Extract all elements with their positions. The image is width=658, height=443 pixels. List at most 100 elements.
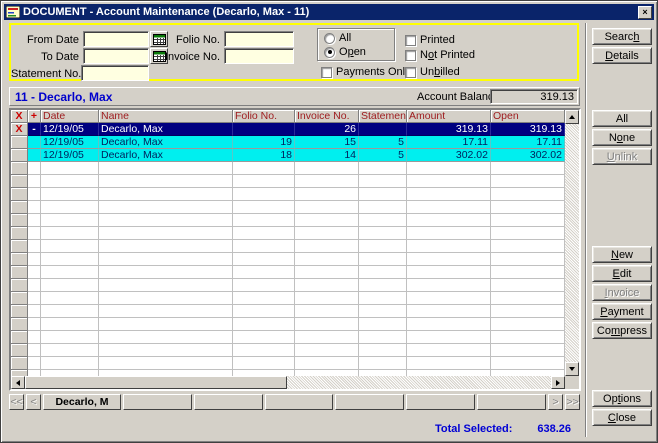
folio-no-input[interactable] <box>224 31 294 47</box>
empty-cell <box>359 357 407 370</box>
empty-cell <box>359 318 407 331</box>
none-button[interactable]: None <box>592 129 652 146</box>
empty-cell <box>295 175 359 188</box>
empty-cell <box>11 305 28 318</box>
record-tab-empty <box>265 394 334 410</box>
scroll-down-icon[interactable] <box>565 362 579 376</box>
scrollbar-corner <box>565 376 579 389</box>
checkbox-printed-label: Printed <box>420 34 455 46</box>
empty-cell <box>28 344 41 357</box>
empty-cell <box>233 175 295 188</box>
scroll-left-icon[interactable] <box>11 376 25 389</box>
empty-cell <box>491 292 565 305</box>
empty-cell <box>28 188 41 201</box>
panel-divider <box>585 23 587 437</box>
empty-cell <box>491 253 565 266</box>
scroll-up-icon[interactable] <box>565 110 579 124</box>
vertical-scroll-track[interactable] <box>565 124 579 362</box>
empty-table-row <box>11 292 565 305</box>
statement-no-label: Statement No. <box>11 68 79 80</box>
col-header-name: Name <box>99 110 233 123</box>
checkbox-not-printed-label: Not Printed <box>420 49 475 61</box>
cell-open: 319.13 <box>491 123 565 136</box>
status-radio-group: All Open <box>317 28 395 61</box>
to-date-input[interactable] <box>83 48 149 64</box>
empty-cell <box>11 331 28 344</box>
empty-cell <box>233 305 295 318</box>
invoice-no-input[interactable] <box>224 48 294 64</box>
edit-button[interactable]: Edit <box>592 265 652 282</box>
empty-cell <box>295 292 359 305</box>
empty-cell <box>41 201 99 214</box>
checkbox-printed[interactable]: Printed <box>405 33 455 47</box>
empty-cell <box>11 357 28 370</box>
cell-plus <box>28 136 41 149</box>
options-button[interactable]: Options <box>592 390 652 407</box>
empty-cell <box>491 188 565 201</box>
account-balance-label: Account Balance <box>417 91 500 103</box>
checkbox-icon <box>405 67 416 78</box>
cell-statement: 5 <box>359 136 407 149</box>
statement-no-input[interactable] <box>81 65 149 81</box>
empty-cell <box>407 188 491 201</box>
checkbox-unbilled[interactable]: Unbilled <box>405 65 460 79</box>
empty-cell <box>99 253 233 266</box>
empty-cell <box>491 318 565 331</box>
empty-cell <box>11 227 28 240</box>
radio-open[interactable]: Open <box>324 45 394 59</box>
empty-cell <box>407 318 491 331</box>
close-icon[interactable]: × <box>638 6 652 19</box>
from-date-input[interactable] <box>83 31 149 47</box>
total-selected-value: 638.26 <box>499 423 571 435</box>
search-button[interactable]: Search <box>592 28 652 45</box>
empty-cell <box>491 266 565 279</box>
empty-cell <box>233 253 295 266</box>
empty-cell <box>11 175 28 188</box>
empty-cell <box>11 318 28 331</box>
empty-cell <box>407 175 491 188</box>
empty-cell <box>11 344 28 357</box>
all-button[interactable]: All <box>592 110 652 127</box>
empty-cell <box>41 305 99 318</box>
record-tab-active[interactable]: Decarlo, M <box>43 394 121 410</box>
table-row[interactable]: 12/19/05Decarlo, Max18145302.02302.02 <box>11 149 565 162</box>
empty-cell <box>41 279 99 292</box>
checkbox-not-printed[interactable]: Not Printed <box>405 48 475 62</box>
empty-cell <box>359 344 407 357</box>
compress-button[interactable]: Compress <box>592 322 652 339</box>
cell-date: 12/19/05 <box>41 136 99 149</box>
details-button[interactable]: Details <box>592 47 652 64</box>
empty-table-row <box>11 305 565 318</box>
empty-cell <box>233 266 295 279</box>
scroll-right-icon[interactable] <box>551 376 565 389</box>
horizontal-scrollbar[interactable] <box>11 376 579 389</box>
checkbox-payments-only[interactable]: Payments Only <box>321 65 411 79</box>
table-row[interactable]: X-12/19/05Decarlo, Max26319.13319.13 <box>11 123 565 136</box>
horizontal-scroll-thumb[interactable] <box>25 376 287 389</box>
radio-open-label: Open <box>339 46 366 58</box>
col-header-open: Open <box>491 110 565 123</box>
empty-cell <box>11 292 28 305</box>
cell-folio <box>233 123 295 136</box>
empty-cell <box>11 162 28 175</box>
radio-all[interactable]: All <box>324 31 394 45</box>
empty-cell <box>233 240 295 253</box>
record-tab-empty <box>477 394 546 410</box>
vertical-scrollbar[interactable] <box>565 110 579 376</box>
title-bar[interactable]: DOCUMENT - Account Maintenance (Decarlo,… <box>4 4 654 20</box>
empty-cell <box>99 357 233 370</box>
col-header-statement: Statement <box>359 110 407 123</box>
empty-table-row <box>11 188 565 201</box>
table-row[interactable]: 12/19/05Decarlo, Max1915517.1117.11 <box>11 136 565 149</box>
empty-cell <box>359 305 407 318</box>
new-button[interactable]: New <box>592 246 652 263</box>
empty-cell <box>28 253 41 266</box>
empty-cell <box>41 344 99 357</box>
empty-cell <box>359 214 407 227</box>
empty-cell <box>359 201 407 214</box>
empty-cell <box>233 357 295 370</box>
empty-cell <box>295 266 359 279</box>
horizontal-scroll-track[interactable] <box>287 376 551 389</box>
payment-button[interactable]: Payment <box>592 303 652 320</box>
close-button[interactable]: Close <box>592 409 652 426</box>
